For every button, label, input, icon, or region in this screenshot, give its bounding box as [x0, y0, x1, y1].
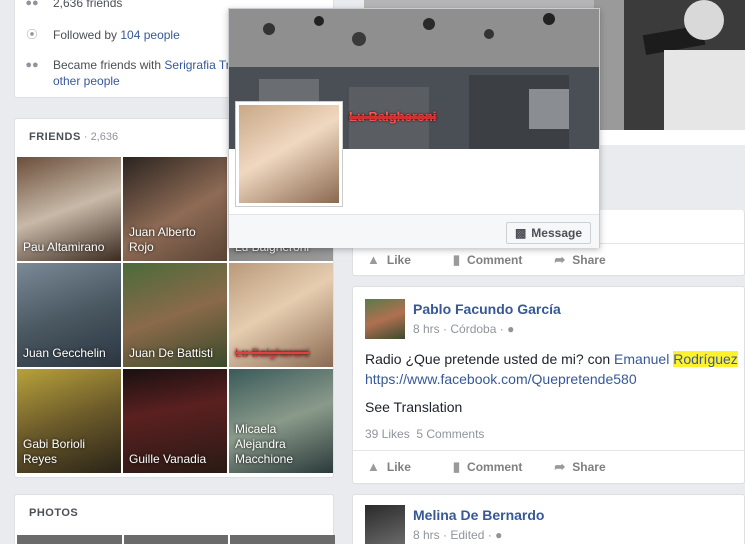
profile-hovercard: Lu Balgheroni ▩ Message — [228, 8, 600, 248]
like-button[interactable]: ▲ Like — [367, 459, 411, 474]
hovercard-avatar[interactable] — [235, 101, 343, 207]
comment-icon: ▮ — [452, 458, 461, 474]
friends-icon: ●● — [25, 0, 39, 9]
share-icon: ➦ — [554, 251, 566, 267]
edited-label[interactable]: Edited — [450, 528, 484, 542]
friend-name[interactable]: Lu Balgheroni — [235, 346, 329, 361]
intro-followed-row: ⦿ Followed by 104 people — [15, 27, 180, 43]
comment-button[interactable]: ▮ Comment — [453, 252, 523, 268]
post-time[interactable]: 8 hrs — [413, 528, 440, 542]
friend-name[interactable]: Guille Vanadia — [129, 452, 223, 467]
friend-tile[interactable]: Juan De Battisti — [123, 263, 227, 367]
post-author[interactable]: Pablo Facundo García — [413, 301, 561, 317]
friend-tile[interactable]: Micaela Alejandra Macchione — [229, 369, 333, 473]
comment-button[interactable]: ▮ Comment — [453, 459, 523, 475]
friends-title: FRIENDS · 2,636 — [29, 131, 119, 143]
friend-tile[interactable]: Lu Balgheroni — [229, 263, 333, 367]
post-link[interactable]: https://www.facebook.com/Quepretende580 — [365, 371, 637, 387]
photo-thumb[interactable] — [230, 535, 336, 544]
post-card: Melina De Bernardo 8 hrs · Edited · ● — [352, 494, 745, 544]
see-translation-link[interactable]: See Translation — [365, 397, 462, 417]
friend-name[interactable]: Juan De Battisti — [129, 346, 223, 361]
friend-tile[interactable]: Gabi Borioli Reyes — [17, 369, 121, 473]
followers-link[interactable]: 104 people — [120, 28, 179, 42]
post-location[interactable]: Córdoba — [450, 322, 496, 336]
friends-title-text[interactable]: FRIENDS — [29, 131, 81, 143]
rss-icon: ⦿ — [26, 29, 38, 41]
post-time[interactable]: 8 hrs — [413, 322, 440, 336]
friend-tile[interactable]: Pau Altamirano — [17, 157, 121, 261]
globe-icon: ● — [507, 322, 515, 336]
friends-icon: ●● — [25, 59, 39, 71]
message-button[interactable]: ▩ Message — [505, 222, 591, 244]
friend-name[interactable]: Juan Gecchelin — [23, 346, 117, 361]
friend-name[interactable]: Gabi Borioli Reyes — [23, 437, 117, 467]
likes-count[interactable]: 39 Likes — [365, 427, 410, 441]
photo-thumb[interactable] — [17, 535, 122, 544]
friend-name[interactable]: Pau Altamirano — [23, 240, 117, 255]
thumbs-up-icon: ▲ — [367, 459, 380, 474]
share-icon: ➦ — [554, 458, 566, 474]
friend-tile[interactable]: Guille Vanadia — [123, 369, 227, 473]
author-avatar[interactable] — [365, 505, 405, 544]
mention-link[interactable]: Emanuel Rodríguez — [614, 351, 738, 367]
hovercard-avatar-photo — [239, 105, 339, 203]
like-button[interactable]: ▲ Like — [367, 252, 411, 267]
post-stats: 39 Likes 5 Comments — [365, 427, 484, 441]
friend-tile[interactable]: Juan Gecchelin — [17, 263, 121, 367]
post-card: Pablo Facundo García 8 hrs · Córdoba · ●… — [352, 286, 745, 484]
intro-friends-count: 2,636 friends — [53, 0, 123, 10]
followed-prefix: Followed by — [53, 28, 121, 42]
post-actions: ▲ Like ▮ Comment ➦ Share — [353, 450, 744, 482]
friend-tile[interactable]: Juan Alberto Rojo — [123, 157, 227, 261]
intro-became-friends-row: ●● Became friends with Serigrafia Tr oth… — [15, 57, 253, 89]
photos-strip — [17, 535, 336, 544]
became-friends-prefix: Became friends with — [53, 58, 165, 72]
became-friends-link[interactable]: Serigrafia Tr — [164, 58, 229, 72]
share-button[interactable]: ➦ Share — [554, 252, 605, 268]
post-meta: 8 hrs · Edited · ● — [413, 528, 503, 542]
hovercard-footer: ▩ Message — [229, 214, 599, 248]
other-people-link[interactable]: other people — [53, 74, 120, 88]
friends-count: 2,636 — [90, 131, 119, 143]
friend-name[interactable]: Juan Alberto Rojo — [129, 225, 223, 255]
photos-card: PHOTOS — [14, 494, 336, 544]
friend-name[interactable]: Micaela Alejandra Macchione — [235, 422, 329, 467]
comments-count[interactable]: 5 Comments — [416, 427, 484, 441]
hovercard-name[interactable]: Lu Balgheroni — [349, 109, 436, 124]
post-text: Radio ¿Que pretende usted de mi? con Ema… — [365, 351, 738, 387]
intro-friends-row: ●● 2,636 friends — [15, 0, 122, 11]
message-icon: ▩ — [514, 226, 527, 240]
globe-icon: ● — [495, 528, 503, 542]
author-avatar[interactable] — [365, 299, 405, 339]
share-button[interactable]: ➦ Share — [554, 459, 605, 475]
photo-thumb[interactable] — [123, 535, 229, 544]
photos-title[interactable]: PHOTOS — [29, 507, 78, 519]
post-author[interactable]: Melina De Bernardo — [413, 507, 544, 523]
thumbs-up-icon: ▲ — [367, 252, 380, 267]
post-meta: 8 hrs · Córdoba · ● — [413, 322, 515, 336]
comment-icon: ▮ — [452, 251, 461, 267]
